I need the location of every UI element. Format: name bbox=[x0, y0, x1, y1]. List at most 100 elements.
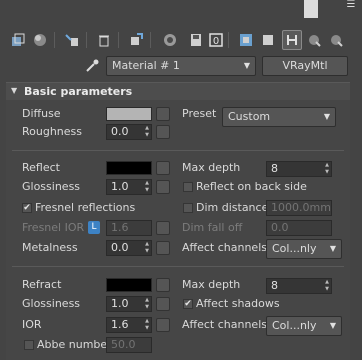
panel-tab-button[interactable] bbox=[304, 0, 318, 18]
reflect-map-button[interactable] bbox=[156, 161, 170, 175]
put-to-scene-icon[interactable] bbox=[30, 30, 50, 50]
reflect-max-depth-label: Max depth bbox=[182, 161, 241, 174]
toolbar-separator bbox=[86, 32, 87, 48]
fresnel-ior-value: 1.6 bbox=[111, 221, 129, 234]
refract-glossiness-label: Glossiness bbox=[22, 297, 81, 310]
chevron-down-icon: ▼ bbox=[329, 321, 336, 330]
metalness-label: Metalness bbox=[22, 241, 78, 254]
show-map-icon[interactable] bbox=[236, 30, 256, 50]
reflect-glossiness-map-button[interactable] bbox=[156, 180, 170, 194]
refract-color-swatch[interactable] bbox=[106, 278, 152, 292]
toolbar-separator bbox=[118, 32, 119, 48]
make-unique-icon[interactable] bbox=[126, 30, 146, 50]
abbe-number-checkbox[interactable] bbox=[24, 340, 34, 350]
fresnel-ior-lock-button[interactable]: L bbox=[88, 221, 100, 234]
reflect-glossiness-value: 1.0 bbox=[111, 180, 129, 193]
dim-falloff-label: Dim fall off bbox=[182, 221, 243, 234]
dim-falloff-value: 0.0 bbox=[271, 221, 289, 234]
background-icon[interactable] bbox=[326, 30, 346, 50]
show-end-result-icon[interactable] bbox=[258, 30, 278, 50]
dim-distance-label: Dim distance bbox=[196, 201, 269, 214]
eyedropper-icon[interactable] bbox=[84, 56, 104, 76]
spinner-arrows-icon[interactable]: ▲ ▼ bbox=[143, 241, 151, 255]
diffuse-color-swatch[interactable] bbox=[106, 107, 152, 121]
dim-falloff-spinner: 0.0 bbox=[266, 220, 332, 236]
refract-glossiness-spinner[interactable]: 1.0 ▲ ▼ bbox=[106, 296, 152, 312]
basic-parameters-rollout-header[interactable]: ▼ Basic parameters bbox=[6, 82, 350, 101]
preset-dropdown[interactable]: Custom ▼ bbox=[222, 107, 336, 127]
collapse-arrow-icon: ▼ bbox=[11, 86, 18, 95]
ior-map-button[interactable] bbox=[156, 318, 170, 332]
spinner-arrows-icon[interactable]: ▲ ▼ bbox=[143, 125, 151, 139]
refract-map-button[interactable] bbox=[156, 278, 170, 292]
material-type-button[interactable]: VRayMtl bbox=[262, 56, 348, 76]
refract-max-depth-spinner[interactable]: 8 ▲ ▼ bbox=[266, 278, 332, 294]
go-to-parent-icon[interactable] bbox=[282, 30, 302, 50]
affect-shadows-label: Affect shadows bbox=[196, 297, 280, 310]
panel-options-icon[interactable]: ☰ bbox=[344, 0, 358, 18]
affect-shadows-checkbox[interactable]: ✔ bbox=[183, 299, 193, 309]
fresnel-ior-label: Fresnel IOR bbox=[22, 221, 85, 234]
metalness-value: 0.0 bbox=[111, 241, 129, 254]
refract-affect-channels-label: Affect channels bbox=[182, 318, 267, 331]
diffuse-map-button[interactable] bbox=[156, 107, 170, 121]
reflect-glossiness-label: Glossiness bbox=[22, 180, 81, 193]
roughness-value: 0.0 bbox=[111, 125, 129, 138]
reflect-color-swatch[interactable] bbox=[106, 161, 152, 175]
put-to-library-icon[interactable] bbox=[186, 30, 206, 50]
fresnel-reflections-checkbox[interactable]: ✔ bbox=[22, 203, 32, 213]
refract-max-depth-value: 8 bbox=[271, 279, 278, 292]
svg-text:0: 0 bbox=[213, 36, 219, 47]
reflect-back-side-checkbox[interactable] bbox=[183, 182, 193, 192]
ior-value: 1.6 bbox=[111, 318, 129, 331]
abbe-number-spinner: 50.0 bbox=[106, 337, 152, 353]
diffuse-label: Diffuse bbox=[22, 107, 61, 120]
preset-label: Preset bbox=[182, 107, 217, 120]
spinner-arrows-icon[interactable]: ▲ ▼ bbox=[143, 297, 151, 311]
reflect-glossiness-spinner[interactable]: 1.0 ▲ ▼ bbox=[106, 179, 152, 195]
material-id-icon[interactable]: 0 bbox=[206, 30, 226, 50]
section-divider bbox=[12, 150, 344, 151]
spinner-arrows-icon[interactable]: ▲ ▼ bbox=[143, 180, 151, 194]
chevron-down-icon: ▼ bbox=[243, 61, 250, 70]
refract-glossiness-value: 1.0 bbox=[111, 297, 129, 310]
toolbar-separator bbox=[54, 32, 55, 48]
refract-label: Refract bbox=[22, 278, 62, 291]
preset-value: Custom bbox=[228, 110, 271, 123]
reflect-max-depth-value: 8 bbox=[271, 162, 278, 175]
ior-label: IOR bbox=[22, 318, 42, 331]
abbe-number-label: Abbe number bbox=[37, 338, 112, 351]
toolbar-separator bbox=[228, 32, 229, 48]
refract-glossiness-map-button[interactable] bbox=[156, 297, 170, 311]
spinner-arrows-icon[interactable]: ▲ ▼ bbox=[323, 279, 331, 293]
reflect-affect-channels-label: Affect channels bbox=[182, 241, 267, 254]
toolbar-separator bbox=[150, 32, 151, 48]
chevron-down-icon: ▼ bbox=[329, 244, 336, 253]
refract-affect-channels-value: Col...nly bbox=[272, 319, 317, 332]
material-name-dropdown[interactable]: Material # 1 ▼ bbox=[106, 56, 256, 76]
chevron-down-icon: ▼ bbox=[323, 112, 330, 121]
pick-material-icon[interactable] bbox=[8, 30, 28, 50]
spinner-arrows-icon[interactable]: ▲ ▼ bbox=[323, 162, 331, 176]
ior-spinner[interactable]: 1.6 ▲ ▼ bbox=[106, 317, 152, 333]
dim-distance-spinner: 1000.0mm bbox=[266, 200, 332, 216]
section-divider bbox=[12, 266, 344, 267]
fresnel-ior-map-button[interactable] bbox=[156, 221, 170, 235]
material-name: Material # 1 bbox=[112, 59, 180, 72]
fresnel-reflections-label: Fresnel reflections bbox=[35, 201, 136, 214]
metalness-spinner[interactable]: 0.0 ▲ ▼ bbox=[106, 240, 152, 256]
go-forward-icon[interactable] bbox=[304, 30, 324, 50]
reflect-affect-channels-dropdown[interactable]: Col...nly ▼ bbox=[266, 239, 342, 259]
reflect-affect-channels-value: Col...nly bbox=[272, 242, 317, 255]
spinner-arrows-icon[interactable]: ▲ ▼ bbox=[143, 318, 151, 332]
refract-affect-channels-dropdown[interactable]: Col...nly ▼ bbox=[266, 316, 342, 336]
reflect-max-depth-spinner[interactable]: 8 ▲ ▼ bbox=[266, 161, 332, 177]
metalness-map-button[interactable] bbox=[156, 241, 170, 255]
dim-distance-checkbox[interactable] bbox=[183, 203, 193, 213]
roughness-spinner[interactable]: 0.0 ▲ ▼ bbox=[106, 124, 152, 140]
roughness-map-button[interactable] bbox=[156, 125, 170, 139]
delete-icon[interactable] bbox=[94, 30, 114, 50]
material-effects-icon[interactable] bbox=[160, 30, 180, 50]
assign-material-icon[interactable] bbox=[62, 30, 82, 50]
roughness-label: Roughness bbox=[22, 125, 83, 138]
